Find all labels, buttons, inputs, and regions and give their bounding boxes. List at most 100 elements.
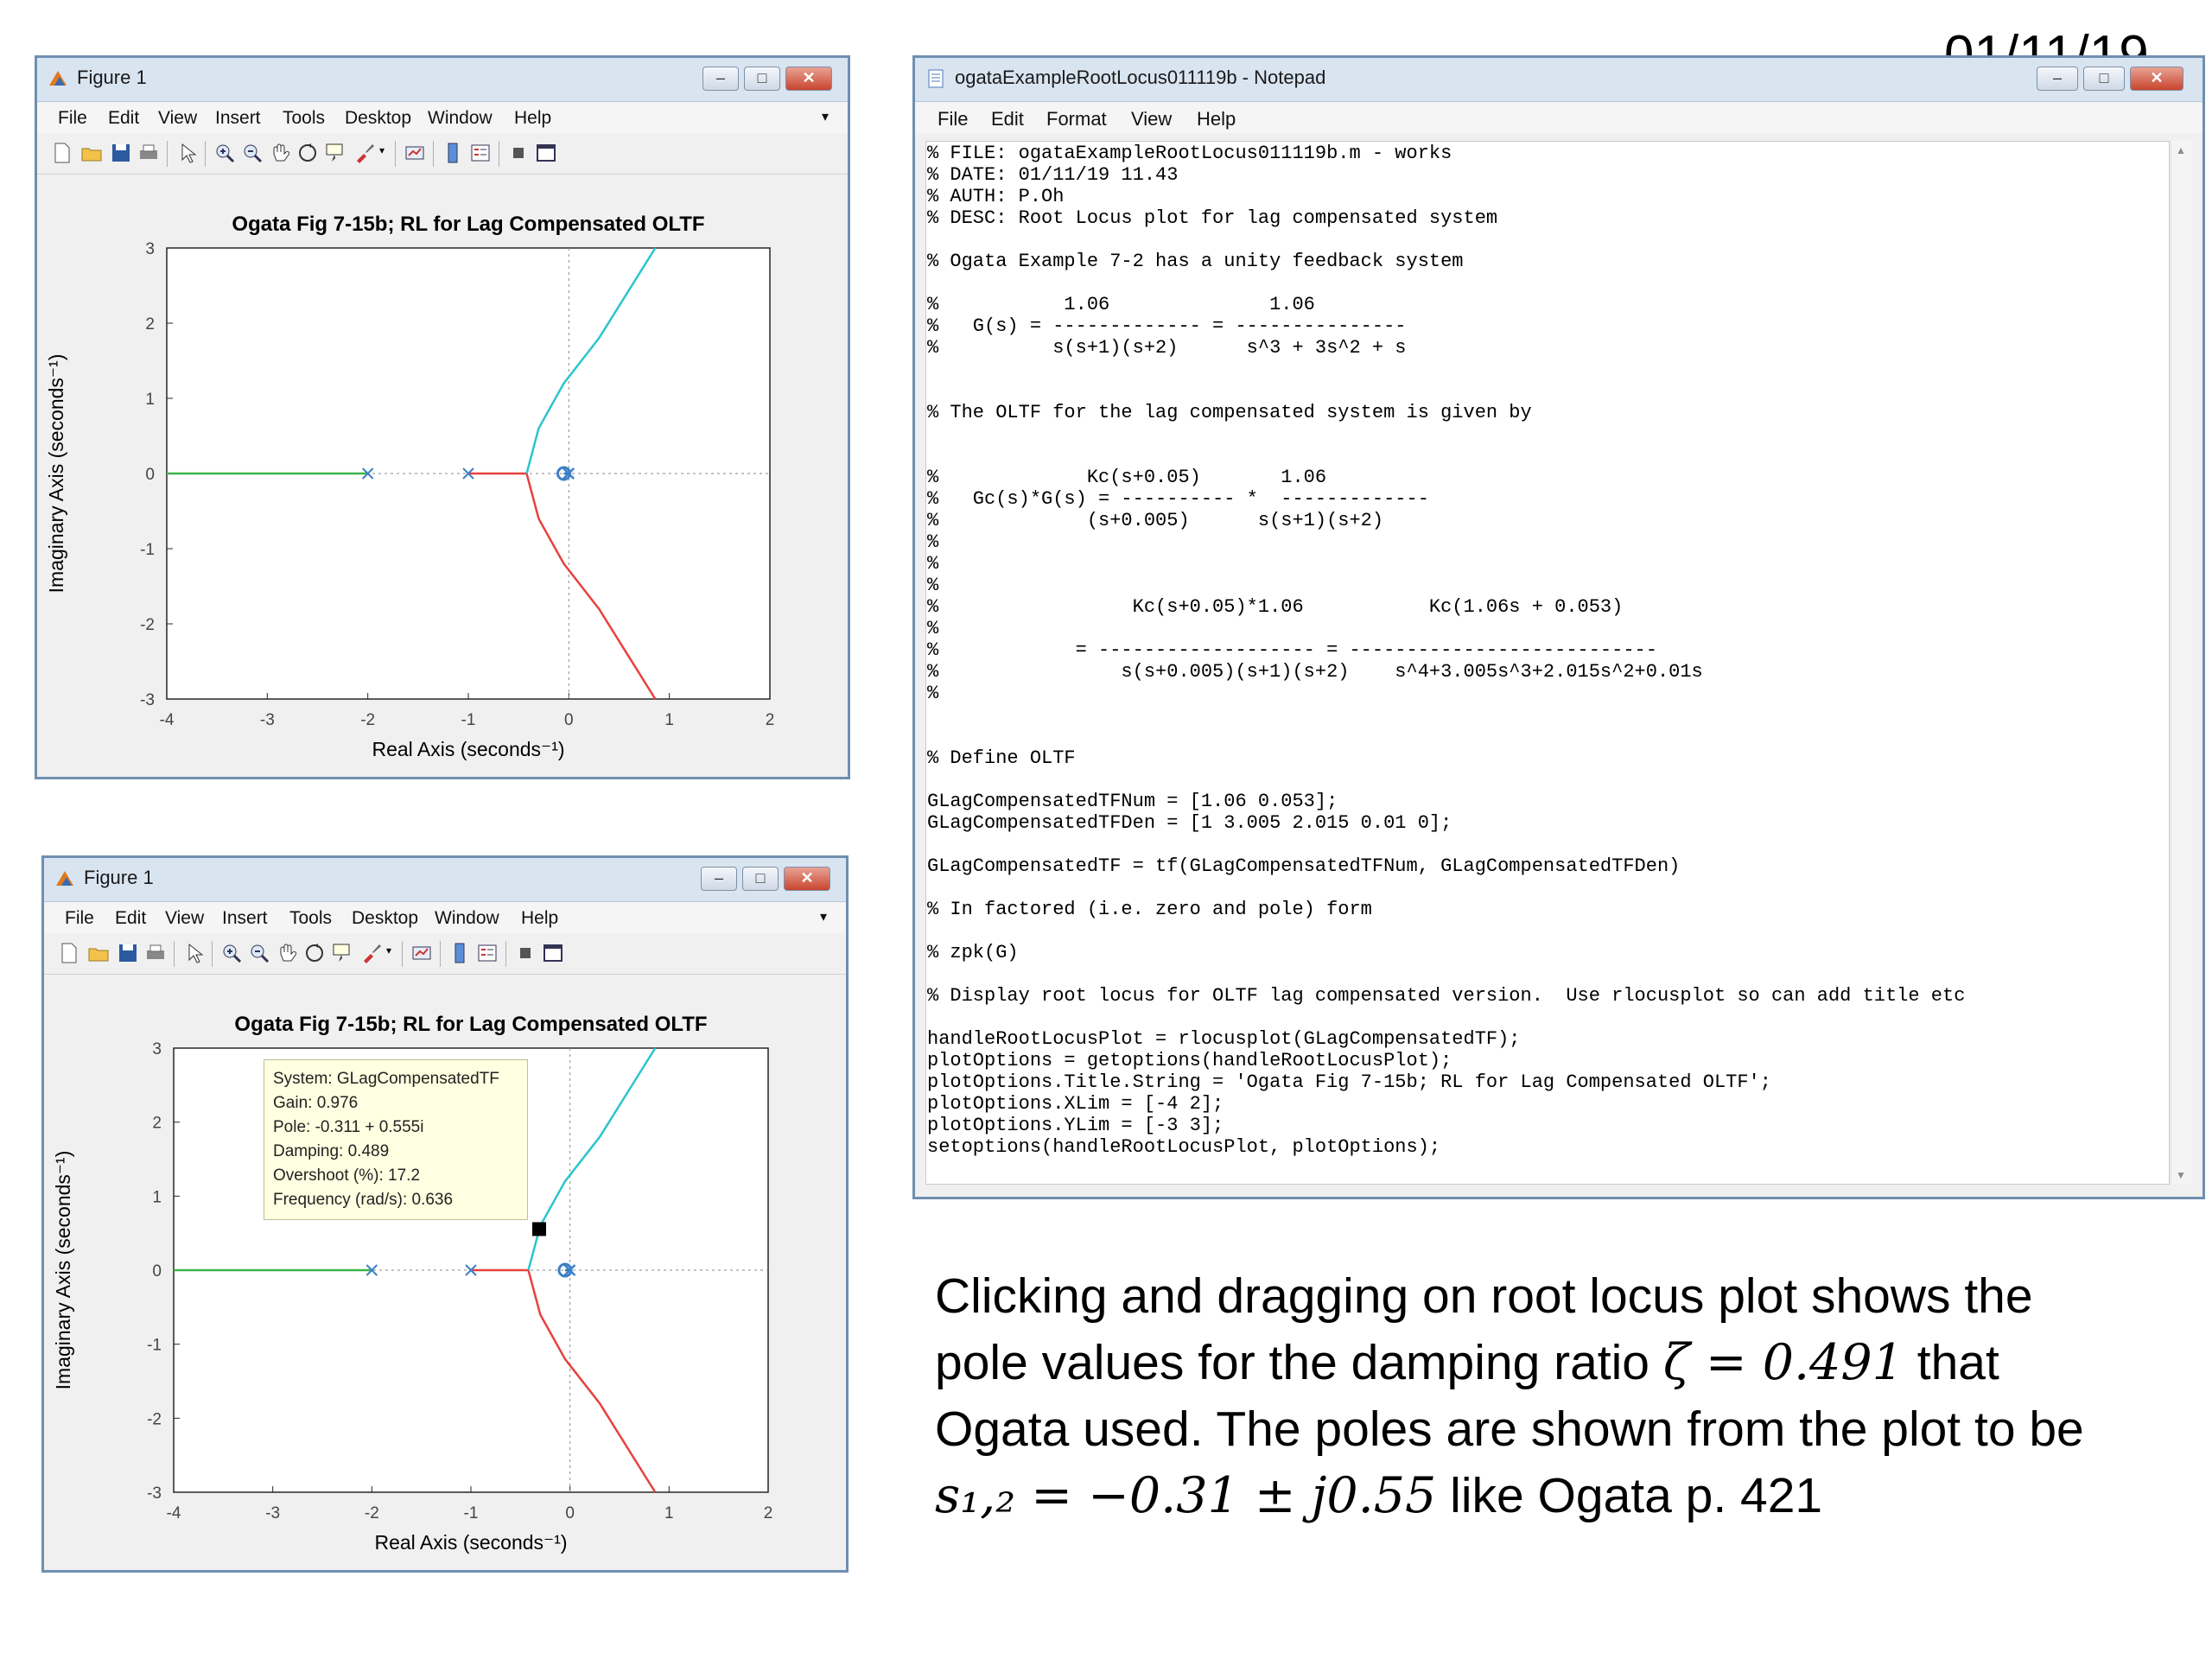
y-tick-label: 1 — [152, 1188, 162, 1206]
colorbar-icon[interactable] — [442, 142, 464, 164]
maximize-button[interactable]: □ — [2083, 67, 2125, 91]
data-cursor-icon[interactable] — [331, 942, 353, 964]
menu-overflow-icon[interactable]: ▾ — [822, 108, 829, 125]
minimize-button[interactable]: – — [701, 867, 737, 891]
pan-icon[interactable] — [276, 942, 298, 964]
datatip-frequency: Frequency (rad/s): 0.636 — [273, 1191, 454, 1209]
menu-view[interactable]: View — [165, 908, 204, 929]
pointer-icon[interactable] — [182, 942, 205, 964]
figure-canvas[interactable]: Ogata Fig 7-15b; RL for Lag Compensated … — [44, 975, 846, 1570]
menu-overflow-icon[interactable]: ▾ — [820, 908, 827, 925]
menu-insert[interactable]: Insert — [222, 908, 268, 929]
code-line: % — [927, 618, 939, 639]
close-button[interactable]: ✕ — [785, 67, 832, 91]
menu-insert[interactable]: Insert — [215, 108, 261, 129]
y-tick-label: 2 — [152, 1115, 162, 1133]
notepad-content[interactable]: % FILE: ogataExampleRootLocus011119b.m -… — [927, 143, 1965, 1158]
menu-help[interactable]: Help — [521, 908, 558, 929]
hide-plot-tools-icon[interactable] — [514, 942, 537, 964]
show-plot-tools-icon[interactable] — [535, 142, 557, 164]
menu-edit[interactable]: Edit — [991, 108, 1024, 130]
new-figure-icon[interactable] — [51, 142, 73, 164]
maximize-button[interactable]: □ — [742, 867, 779, 891]
zoom-in-icon[interactable] — [220, 942, 243, 964]
vertical-scrollbar[interactable]: ▲ ▼ — [2171, 141, 2192, 1185]
open-file-icon[interactable] — [80, 142, 103, 164]
brush-dropdown-icon[interactable]: ▾ — [379, 144, 385, 156]
menu-window[interactable]: Window — [435, 908, 499, 929]
rotate-icon[interactable] — [296, 142, 319, 164]
minimize-button[interactable]: – — [702, 67, 739, 91]
legend-icon[interactable] — [476, 942, 499, 964]
zoom-out-icon[interactable] — [248, 942, 270, 964]
save-icon[interactable] — [110, 142, 132, 164]
close-button[interactable]: ✕ — [2130, 67, 2183, 91]
y-tick-label: -1 — [140, 541, 155, 559]
menu-tools[interactable]: Tools — [283, 108, 325, 129]
code-line: % FILE: ogataExampleRootLocus011119b.m -… — [927, 143, 1452, 164]
open-file-icon[interactable] — [87, 942, 110, 964]
menu-help[interactable]: Help — [514, 108, 551, 129]
menu-view[interactable]: View — [158, 108, 197, 129]
code-line: % Gc(s)*G(s) = ---------- * ------------… — [927, 488, 1429, 510]
scroll-up-icon[interactable]: ▲ — [2176, 144, 2186, 156]
minimize-button[interactable]: – — [2037, 67, 2078, 91]
link-plot-icon[interactable] — [410, 942, 433, 964]
close-button[interactable]: ✕ — [784, 867, 830, 891]
menu-desktop[interactable]: Desktop — [352, 908, 418, 929]
save-icon[interactable] — [117, 942, 139, 964]
data-tip[interactable]: System: GLagCompensatedTF Gain: 0.976 Po… — [264, 1059, 528, 1220]
link-plot-icon[interactable] — [404, 142, 426, 164]
menu-help[interactable]: Help — [1197, 108, 1236, 130]
menu-file[interactable]: File — [938, 108, 968, 130]
zoom-out-icon[interactable] — [241, 142, 264, 164]
new-figure-icon[interactable] — [58, 942, 80, 964]
x-tick-label: -2 — [365, 1504, 379, 1522]
notepad-menubar: File Edit Format View Help — [915, 102, 2202, 133]
plot-title: Ogata Fig 7-15b; RL for Lag Compensated … — [232, 213, 704, 236]
datatip-pole: Pole: -0.311 + 0.555i — [273, 1118, 424, 1136]
legend-icon[interactable] — [469, 142, 492, 164]
menu-file[interactable]: File — [58, 108, 87, 129]
zoom-in-icon[interactable] — [213, 142, 236, 164]
menu-edit[interactable]: Edit — [108, 108, 139, 129]
menu-file[interactable]: File — [65, 908, 94, 929]
menu-format[interactable]: Format — [1046, 108, 1107, 130]
menu-window[interactable]: Window — [428, 108, 493, 129]
menu-edit[interactable]: Edit — [115, 908, 146, 929]
brush-icon[interactable] — [353, 142, 376, 164]
y-tick-label: 0 — [152, 1262, 162, 1281]
show-plot-tools-icon[interactable] — [542, 942, 564, 964]
code-line: % In factored (i.e. zero and pole) form — [927, 899, 1372, 920]
menu-view[interactable]: View — [1131, 108, 1172, 130]
data-cursor-icon[interactable] — [324, 142, 346, 164]
root-locus-plot[interactable]: Ogata Fig 7-15b; RL for Lag Compensated … — [37, 175, 848, 777]
scroll-down-icon[interactable]: ▼ — [2176, 1169, 2186, 1181]
print-icon[interactable] — [144, 942, 167, 964]
menu-desktop[interactable]: Desktop — [345, 108, 411, 129]
pan-icon[interactable] — [269, 142, 291, 164]
rotate-icon[interactable] — [303, 942, 326, 964]
pointer-icon[interactable] — [175, 142, 198, 164]
selected-point-marker[interactable] — [532, 1222, 547, 1236]
colorbar-icon[interactable] — [448, 942, 471, 964]
maximize-button[interactable]: □ — [744, 67, 780, 91]
print-icon[interactable] — [137, 142, 160, 164]
caption-line-4: s₁,₂ = −0.31 ± j0.55 like Ogata p. 421 — [935, 1467, 1823, 1524]
menu-tools[interactable]: Tools — [289, 908, 332, 929]
brush-icon[interactable] — [360, 942, 383, 964]
hide-plot-tools-icon[interactable] — [507, 142, 530, 164]
code-line: % AUTH: P.Oh — [927, 186, 1065, 207]
x-tick-label: -1 — [464, 1504, 479, 1522]
brush-dropdown-icon[interactable]: ▾ — [386, 944, 391, 957]
code-line: GLagCompensatedTF = tf(GLagCompensatedTF… — [927, 855, 1681, 877]
figure-canvas[interactable]: Ogata Fig 7-15b; RL for Lag Compensated … — [37, 175, 848, 777]
matlab-icon — [56, 871, 73, 886]
